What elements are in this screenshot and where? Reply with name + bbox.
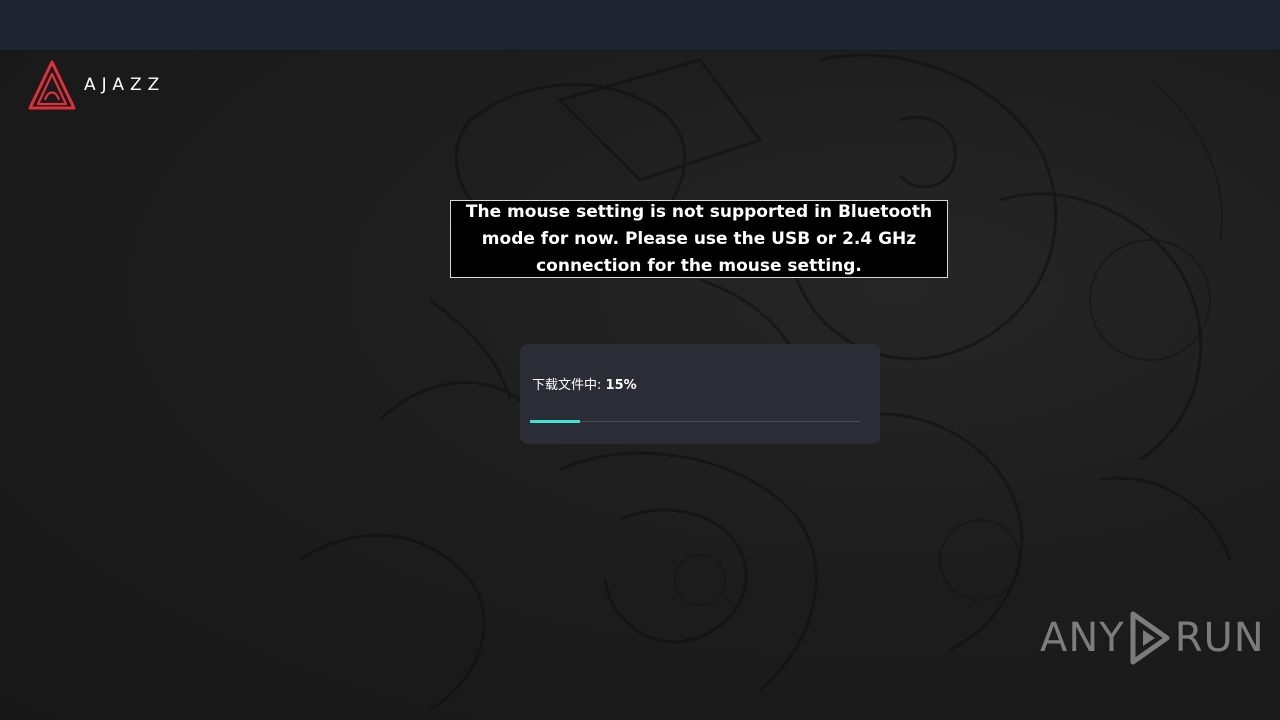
anyrun-watermark: ANY RUN — [1040, 608, 1265, 668]
progress-track — [530, 420, 860, 423]
download-status: 下载文件中: 15% — [532, 374, 637, 393]
bluetooth-warning-message: The mouse setting is not supported in Bl… — [450, 200, 948, 278]
warning-text: The mouse setting is not supported in Bl… — [465, 201, 933, 276]
download-percent: 15% — [605, 378, 637, 393]
brand-name: AJAZZ — [84, 75, 166, 95]
download-label: 下载文件中: — [532, 378, 602, 393]
progress-fill — [530, 420, 580, 423]
brand-logo: AJAZZ — [28, 60, 165, 110]
watermark-left-text: ANY — [1040, 615, 1125, 661]
app-window: AJAZZ The mouse setting is not supported… — [0, 0, 1280, 720]
title-bar[interactable] — [0, 0, 1280, 51]
ajazz-logo-icon — [28, 60, 76, 110]
watermark-right-text: RUN — [1174, 615, 1265, 661]
download-progress-panel: 下载文件中: 15% — [520, 344, 880, 444]
play-icon — [1130, 611, 1170, 665]
